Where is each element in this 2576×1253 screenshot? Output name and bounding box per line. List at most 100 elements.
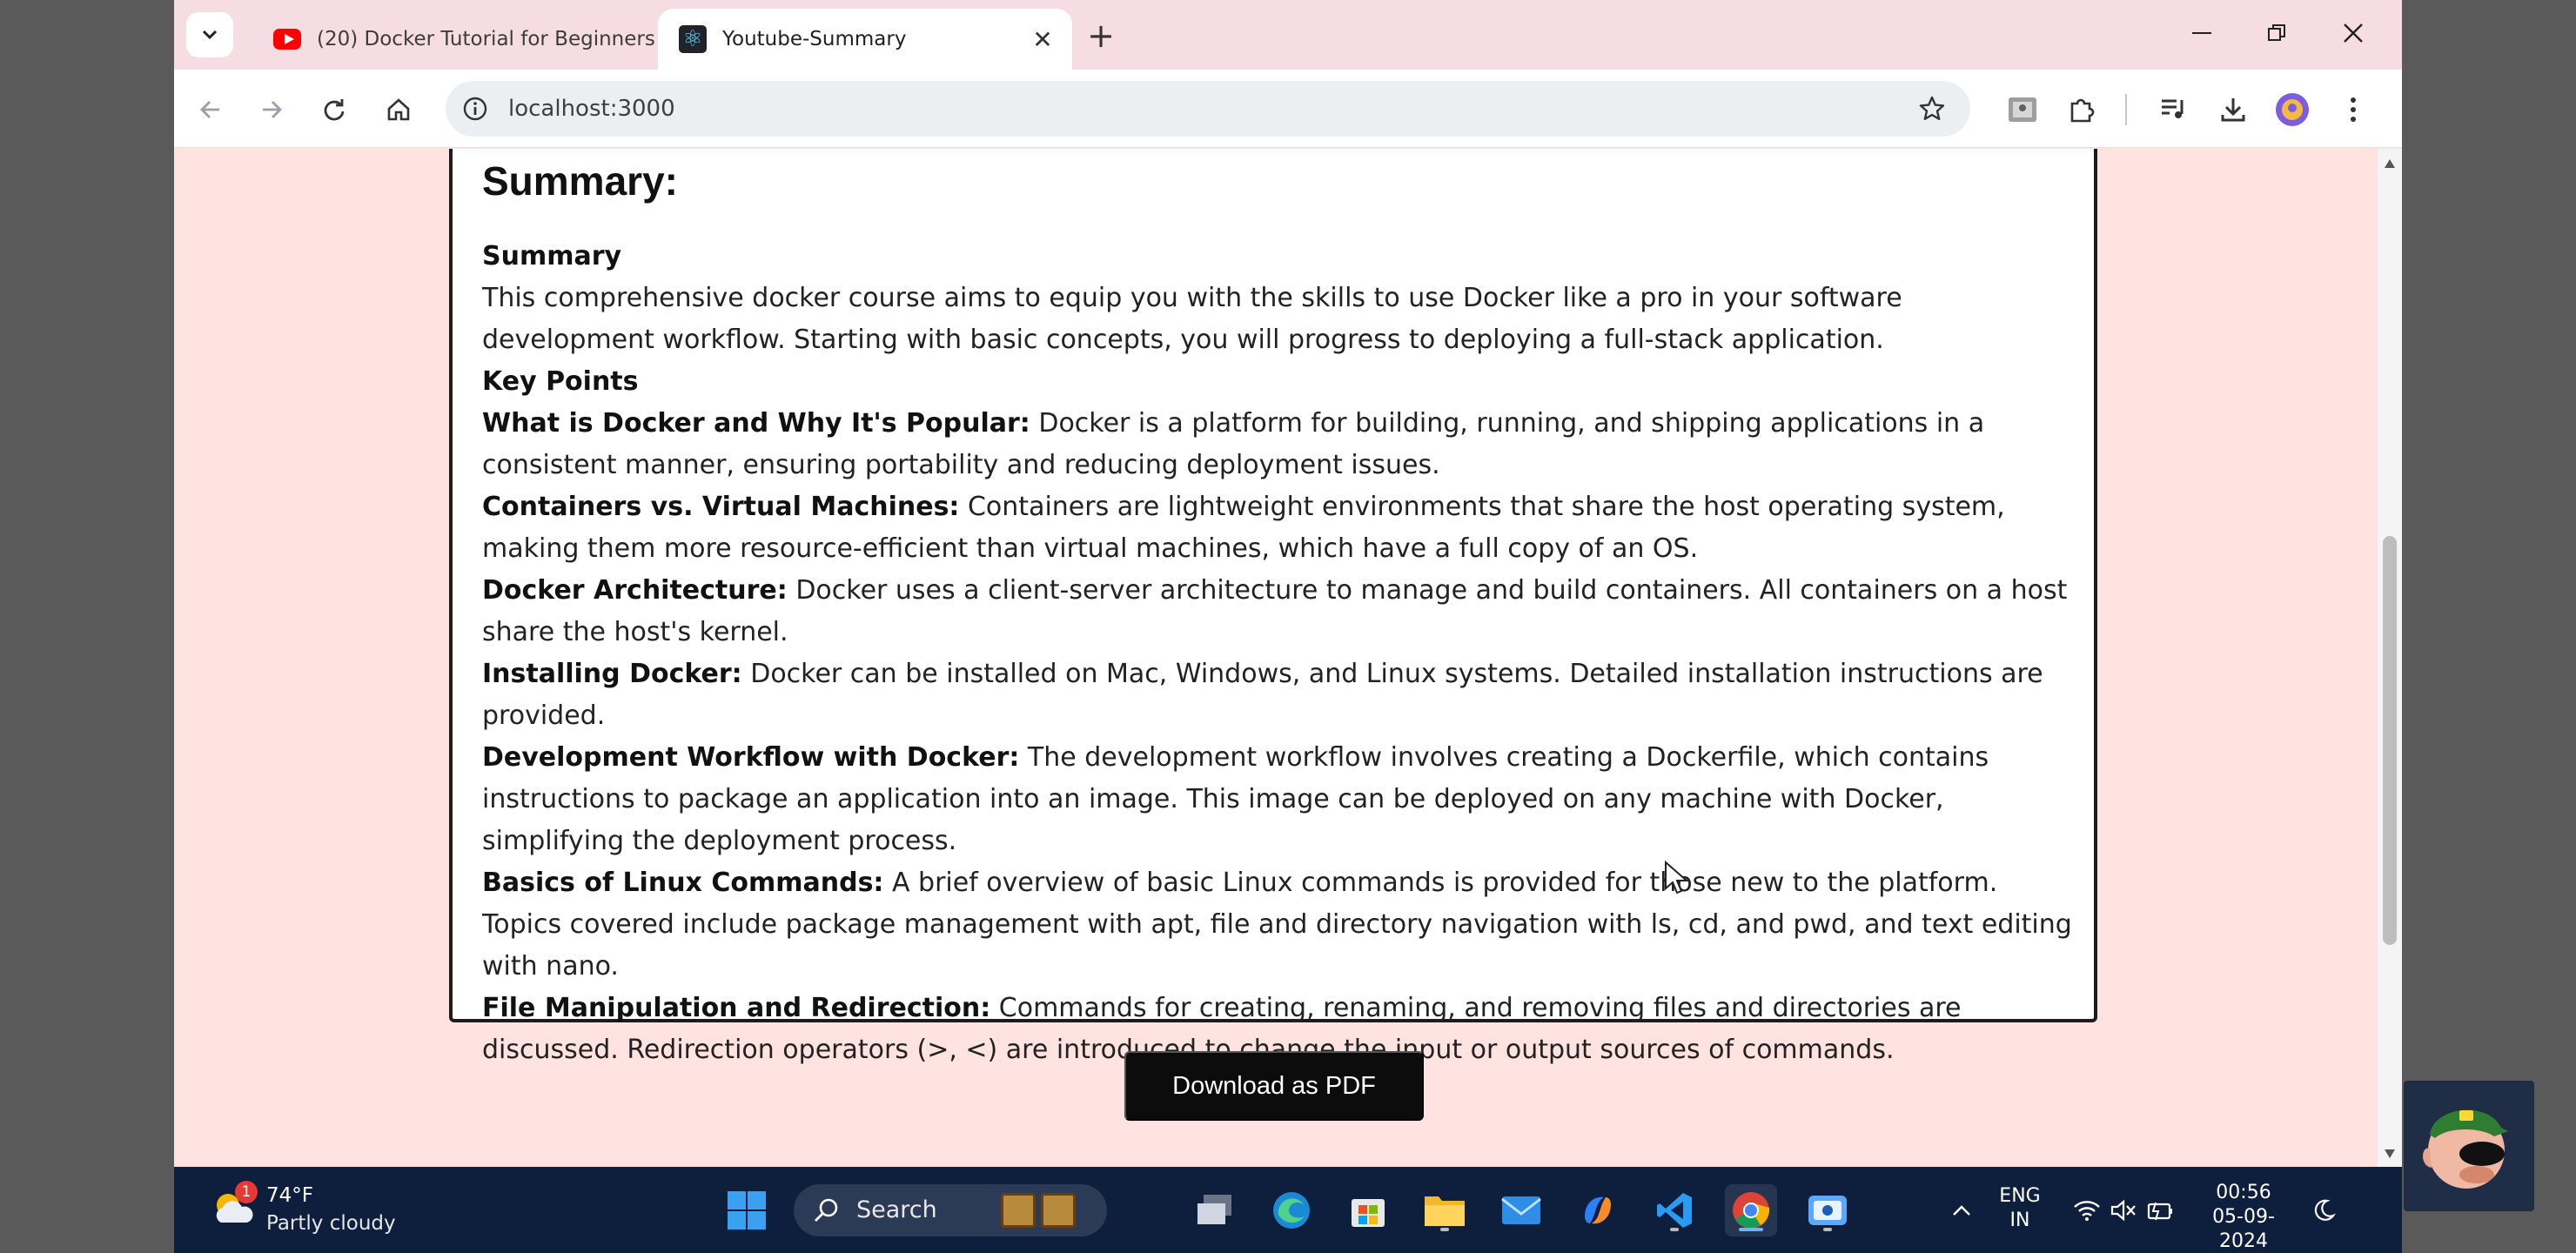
taskbar-search[interactable]: Search [794, 1184, 1107, 1236]
extensions-button[interactable] [2059, 87, 2104, 132]
back-button[interactable] [188, 87, 233, 132]
restore-button[interactable] [2242, 9, 2311, 57]
avatar [2276, 93, 2309, 126]
clock[interactable]: 00:56 05-09-2024 [2191, 1181, 2296, 1253]
home-button[interactable] [376, 87, 421, 132]
react-icon: ⚛ [679, 25, 707, 53]
key-point: Installing Docker: Docker can be install… [482, 653, 2075, 737]
minimize-icon [2192, 32, 2211, 34]
key-point: Basics of Linux Commands: A brief overvi… [482, 862, 2075, 988]
scroll-up-arrow-icon[interactable] [2385, 159, 2395, 168]
volume-muted-icon[interactable] [2108, 1195, 2139, 1226]
downloads-button[interactable] [2210, 87, 2256, 132]
puzzle-icon [2070, 98, 2095, 123]
address-bar[interactable]: localhost:3000 [446, 81, 1970, 137]
page-viewport: Summary: Summary This comprehensive dock… [174, 149, 2378, 1167]
tab-youtube-summary[interactable]: ⚛ Youtube-Summary ✕ [658, 9, 1072, 70]
tab-title: Youtube-Summary [722, 28, 907, 50]
download-pdf-button[interactable]: Download as PDF [1124, 1051, 1424, 1121]
youtube-icon [273, 25, 301, 53]
scrollbar-thumb[interactable] [2383, 536, 2397, 945]
running-indicator [1670, 1228, 1679, 1231]
menu-button[interactable] [2331, 87, 2376, 132]
streamer-mascot-logo [2404, 1081, 2534, 1211]
taskbar-chrome[interactable] [1725, 1184, 1777, 1236]
close-icon[interactable]: ✕ [1025, 22, 1060, 57]
key-points-subheading: Key Points [482, 366, 639, 397]
wifi-icon[interactable] [2071, 1195, 2103, 1226]
weather-temperature: 74°F [266, 1184, 313, 1207]
vscode-icon [1657, 1193, 1692, 1228]
key-point-title: Docker Architecture: [482, 575, 788, 606]
show-hidden-icons-button[interactable] [1946, 1195, 1977, 1226]
store-icon [1352, 1199, 1385, 1227]
extension-app-icon [2009, 97, 2036, 122]
focus-moon-icon[interactable] [2308, 1195, 2339, 1226]
reload-button[interactable] [312, 87, 357, 132]
chrome-icon [1733, 1192, 1770, 1229]
url-text[interactable]: localhost:3000 [508, 81, 675, 137]
toolbar-divider [2125, 94, 2127, 125]
bookmark-star-icon[interactable] [1916, 93, 1948, 124]
copilot-icon [1585, 1196, 1611, 1224]
page-title: Summary: [482, 158, 678, 204]
key-point-title: File Manipulation and Redirection: [482, 993, 991, 1023]
summary-paragraph: This comprehensive docker course aims to… [482, 283, 1902, 355]
active-indicator [1739, 1228, 1763, 1231]
summary-card: Summary: Summary This comprehensive dock… [449, 149, 2097, 1065]
running-indicator [1823, 1228, 1832, 1231]
search-label: Search [856, 1196, 937, 1223]
file-explorer-icon [1425, 1196, 1465, 1226]
taskbar-screen-recorder[interactable] [1801, 1184, 1854, 1236]
search-icon [815, 1198, 838, 1222]
mouse-cursor-icon [1665, 861, 1689, 895]
profile-button[interactable] [2270, 87, 2315, 132]
browser-window: (20) Docker Tutorial for Beginners ✕ ⚛ Y… [174, 0, 2402, 1253]
key-point: What is Docker and Why It's Popular: Doc… [482, 403, 2075, 486]
start-button[interactable] [721, 1184, 773, 1236]
windows-taskbar: 1 74°F Partly cloudy Search ENG IN 00:56… [174, 1167, 2402, 1253]
key-point-title: Installing Docker: [482, 659, 742, 689]
summary-content: Summary This comprehensive docker course… [482, 236, 2075, 1071]
summary-subheading: Summary [482, 241, 622, 271]
browser-toolbar: localhost:3000 [174, 70, 2402, 148]
back-arrow-icon [200, 101, 219, 118]
taskbar-edge[interactable] [1265, 1184, 1318, 1236]
battery-icon[interactable] [2144, 1195, 2176, 1226]
media-queue-icon [2162, 99, 2184, 118]
extension-button[interactable] [2000, 87, 2045, 132]
more-vertical-icon [2351, 97, 2356, 122]
site-info-icon[interactable] [458, 91, 493, 126]
forward-arrow-icon [263, 101, 282, 118]
language-code: ENG [1999, 1185, 2041, 1207]
reload-icon [324, 99, 345, 121]
clock-time: 00:56 [2216, 1182, 2271, 1203]
minimize-button[interactable] [2167, 9, 2237, 57]
language-indicator[interactable]: ENG IN [1989, 1184, 2050, 1233]
key-point: Docker Architecture: Docker uses a clien… [482, 570, 2075, 653]
search-highlight-icon [1001, 1193, 1088, 1228]
taskbar-copilot[interactable] [1572, 1184, 1624, 1236]
tab-strip: (20) Docker Tutorial for Beginners ✕ ⚛ Y… [174, 0, 2402, 70]
scroll-down-arrow-icon[interactable] [2385, 1149, 2395, 1158]
media-controls-button[interactable] [2151, 87, 2197, 132]
new-tab-button[interactable]: + [1079, 14, 1123, 57]
weather-widget[interactable]: 1 74°F Partly cloudy [209, 1179, 409, 1242]
close-window-button[interactable] [2318, 9, 2388, 57]
taskbar-mail[interactable] [1495, 1184, 1547, 1236]
tab-search-button[interactable] [186, 12, 233, 57]
screen-recorder-icon [1808, 1196, 1847, 1225]
running-indicator [1440, 1228, 1449, 1231]
key-point-title: What is Docker and Why It's Popular: [482, 408, 1030, 439]
key-point-title: Containers vs. Virtual Machines: [482, 492, 960, 522]
close-icon [2344, 23, 2363, 43]
chevron-up-icon [1953, 1205, 1970, 1216]
page-scrollbar[interactable] [2378, 149, 2402, 1167]
taskbar-vscode[interactable] [1648, 1184, 1701, 1236]
taskbar-task-view[interactable] [1189, 1184, 1241, 1236]
forward-button[interactable] [249, 87, 294, 132]
taskbar-file-explorer[interactable] [1419, 1184, 1471, 1236]
key-point-title: Development Workflow with Docker: [482, 742, 1020, 773]
taskbar-store[interactable] [1342, 1184, 1394, 1236]
home-icon [387, 98, 410, 121]
